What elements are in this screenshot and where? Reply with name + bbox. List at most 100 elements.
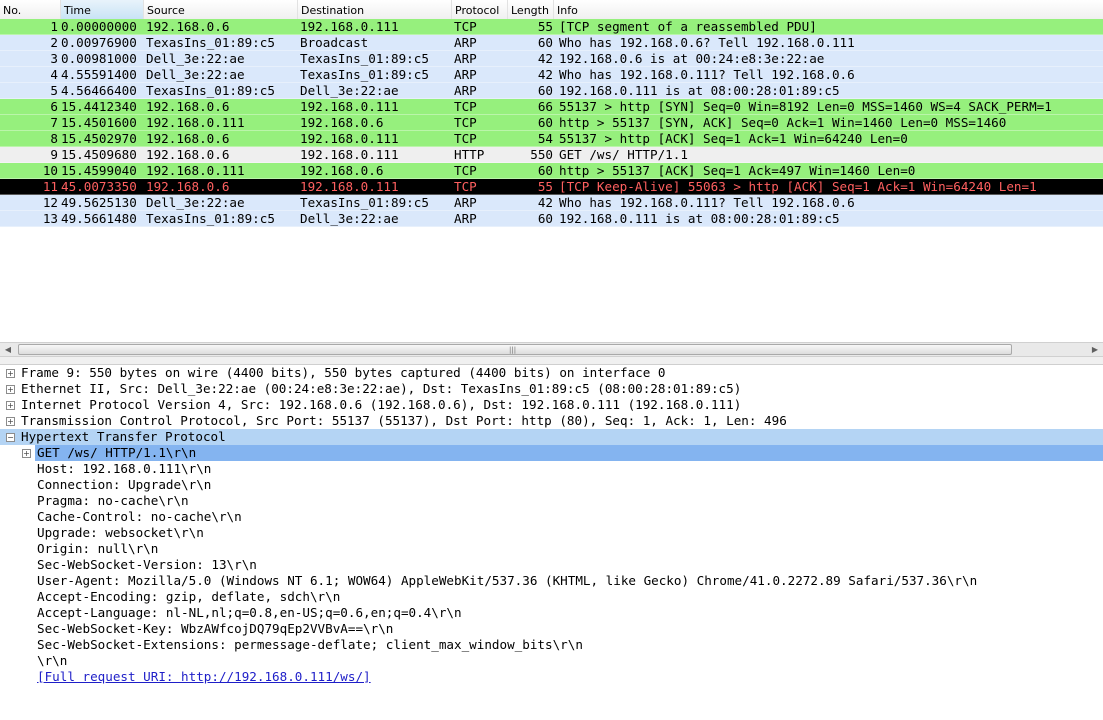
packet-row[interactable]: 6 15.4412340 192.168.0.6 192.168.0.111 T…: [0, 99, 1103, 115]
tree-item-label: Accept-Language: nl-NL,nl;q=0.8,en-US;q=…: [37, 605, 462, 620]
packet-length: 60: [537, 83, 553, 98]
tree-item-header[interactable]: Sec-WebSocket-Key: WbzAWfcojDQ79qEp2VVBv…: [0, 621, 1103, 637]
tree-item-header[interactable]: Accept-Encoding: gzip, deflate, sdch\r\n: [0, 589, 1103, 605]
packet-no: 2: [50, 35, 58, 50]
packet-time: 15.4502970: [61, 131, 137, 146]
expand-icon[interactable]: +: [6, 417, 15, 426]
tree-item-header[interactable]: Sec-WebSocket-Version: 13\r\n: [0, 557, 1103, 573]
packet-no: 3: [50, 51, 58, 66]
packet-no: 7: [50, 115, 58, 130]
expand-icon[interactable]: +: [22, 449, 31, 458]
packet-time: 0.00000000: [61, 19, 137, 34]
tree-item-header[interactable]: User-Agent: Mozilla/5.0 (Windows NT 6.1;…: [0, 573, 1103, 589]
tree-item-tcp[interactable]: + Transmission Control Protocol, Src Por…: [0, 413, 1103, 429]
scroll-left-arrow-icon[interactable]: ◀: [0, 343, 16, 356]
scrollbar-grip-icon: |||: [509, 346, 517, 354]
tree-item-header[interactable]: Origin: null\r\n: [0, 541, 1103, 557]
tree-item-header[interactable]: Sec-WebSocket-Extensions: permessage-def…: [0, 637, 1103, 653]
packet-row[interactable]: 7 15.4501600 192.168.0.111 192.168.0.6 T…: [0, 115, 1103, 131]
packet-length: 42: [537, 195, 553, 210]
column-header-source[interactable]: Source: [144, 0, 298, 19]
packet-row[interactable]: 1 0.00000000 192.168.0.6 192.168.0.111 T…: [0, 19, 1103, 35]
column-header-destination[interactable]: Destination: [298, 0, 452, 19]
packet-protocol: TCP: [454, 131, 477, 146]
packet-row[interactable]: 13 49.5661480 TexasIns_01:89:c5 Dell_3e:…: [0, 211, 1103, 227]
packet-row-error[interactable]: 11 45.0073350 192.168.0.6 192.168.0.111 …: [0, 179, 1103, 195]
packet-row[interactable]: 3 0.00981000 Dell_3e:22:ae TexasIns_01:8…: [0, 51, 1103, 67]
expand-icon[interactable]: +: [6, 369, 15, 378]
packet-destination: 192.168.0.111: [300, 131, 399, 146]
packet-row[interactable]: 5 4.56466400 TexasIns_01:89:c5 Dell_3e:2…: [0, 83, 1103, 99]
tree-item-ip[interactable]: + Internet Protocol Version 4, Src: 192.…: [0, 397, 1103, 413]
packet-destination: Broadcast: [300, 35, 369, 50]
column-header-time[interactable]: Time: [61, 0, 144, 19]
tree-item-header[interactable]: Pragma: no-cache\r\n: [0, 493, 1103, 509]
packet-info: Who has 192.168.0.111? Tell 192.168.0.6: [559, 195, 855, 210]
column-header-no[interactable]: No.: [0, 0, 61, 19]
packet-no: 9: [50, 147, 58, 162]
expand-icon[interactable]: +: [6, 401, 15, 410]
packet-info: 55137 > http [ACK] Seq=1 Ack=1 Win=64240…: [559, 131, 908, 146]
packet-time: 0.00981000: [61, 51, 137, 66]
packet-source: TexasIns_01:89:c5: [146, 211, 275, 226]
packet-protocol: TCP: [454, 115, 477, 130]
tree-item-header[interactable]: Upgrade: websocket\r\n: [0, 525, 1103, 541]
packet-list-empty-area[interactable]: [0, 227, 1103, 342]
packet-row[interactable]: 2 0.00976900 TexasIns_01:89:c5 Broadcast…: [0, 35, 1103, 51]
collapse-icon[interactable]: −: [6, 433, 15, 442]
tree-item-header[interactable]: Host: 192.168.0.111\r\n: [0, 461, 1103, 477]
packet-time: 15.4509680: [61, 147, 137, 162]
packet-info: 192.168.0.6 is at 00:24:e8:3e:22:ae: [559, 51, 825, 66]
packet-source: TexasIns_01:89:c5: [146, 83, 275, 98]
tree-item-label: Connection: Upgrade\r\n: [37, 477, 212, 492]
horizontal-scrollbar[interactable]: ◀ ||| ▶: [0, 342, 1103, 357]
tree-item-header[interactable]: Cache-Control: no-cache\r\n: [0, 509, 1103, 525]
packet-row-selected[interactable]: 9 15.4509680 192.168.0.6 192.168.0.111 H…: [0, 147, 1103, 163]
packet-destination: TexasIns_01:89:c5: [300, 51, 429, 66]
tree-item-frame[interactable]: + Frame 9: 550 bytes on wire (4400 bits)…: [0, 365, 1103, 381]
tree-item-http[interactable]: − Hypertext Transfer Protocol: [0, 429, 1103, 445]
tree-item-label: Frame 9: 550 bytes on wire (4400 bits), …: [21, 365, 666, 380]
packet-source: Dell_3e:22:ae: [146, 195, 245, 210]
tree-item-label: Sec-WebSocket-Extensions: permessage-def…: [37, 637, 583, 652]
packet-row[interactable]: 8 15.4502970 192.168.0.6 192.168.0.111 T…: [0, 131, 1103, 147]
packet-details-tree: + Frame 9: 550 bytes on wire (4400 bits)…: [0, 365, 1103, 685]
packet-destination: TexasIns_01:89:c5: [300, 67, 429, 82]
full-request-uri-link[interactable]: [Full request URI: http://192.168.0.111/…: [37, 669, 371, 685]
column-header-protocol[interactable]: Protocol: [452, 0, 508, 19]
tree-item-label: Pragma: no-cache\r\n: [37, 493, 189, 508]
packet-source: 192.168.0.6: [146, 99, 230, 114]
tree-item-label: \r\n: [37, 653, 68, 668]
packet-info: Who has 192.168.0.111? Tell 192.168.0.6: [559, 67, 855, 82]
packet-protocol: ARP: [454, 211, 477, 226]
tree-item-request-line[interactable]: + GET /ws/ HTTP/1.1\r\n: [0, 445, 1103, 461]
tree-item-header[interactable]: Connection: Upgrade\r\n: [0, 477, 1103, 493]
tree-item-label: Transmission Control Protocol, Src Port:…: [21, 413, 787, 428]
packet-destination: 192.168.0.111: [300, 179, 399, 194]
tree-item-header[interactable]: Accept-Language: nl-NL,nl;q=0.8,en-US;q=…: [0, 605, 1103, 621]
column-header-info[interactable]: Info: [554, 0, 1103, 19]
packet-info: GET /ws/ HTTP/1.1: [559, 147, 688, 162]
packet-destination: TexasIns_01:89:c5: [300, 195, 429, 210]
column-header-length[interactable]: Length: [508, 0, 554, 19]
packet-source: 192.168.0.111: [146, 115, 245, 130]
pane-splitter[interactable]: [0, 357, 1103, 365]
packet-time: 15.4412340: [61, 99, 137, 114]
packet-source: 192.168.0.111: [146, 163, 245, 178]
packet-row[interactable]: 4 4.55591400 Dell_3e:22:ae TexasIns_01:8…: [0, 67, 1103, 83]
tree-item-ethernet[interactable]: + Ethernet II, Src: Dell_3e:22:ae (00:24…: [0, 381, 1103, 397]
expand-icon[interactable]: +: [6, 385, 15, 394]
packet-length: 42: [537, 51, 553, 66]
scrollbar-thumb[interactable]: |||: [18, 344, 1012, 355]
packet-info: 55137 > http [SYN] Seq=0 Win=8192 Len=0 …: [559, 99, 1052, 114]
tree-item-header[interactable]: \r\n: [0, 653, 1103, 669]
scroll-right-arrow-icon[interactable]: ▶: [1087, 343, 1103, 356]
tree-item-full-uri-link[interactable]: [Full request URI: http://192.168.0.111/…: [0, 669, 1103, 685]
packet-info: Who has 192.168.0.6? Tell 192.168.0.111: [559, 35, 855, 50]
packet-no: 12: [42, 195, 58, 210]
packet-no: 4: [50, 67, 58, 82]
packet-row[interactable]: 12 49.5625130 Dell_3e:22:ae TexasIns_01:…: [0, 195, 1103, 211]
tree-item-label: Internet Protocol Version 4, Src: 192.16…: [21, 397, 742, 412]
packet-row[interactable]: 10 15.4599040 192.168.0.111 192.168.0.6 …: [0, 163, 1103, 179]
packet-time: 0.00976900: [61, 35, 137, 50]
